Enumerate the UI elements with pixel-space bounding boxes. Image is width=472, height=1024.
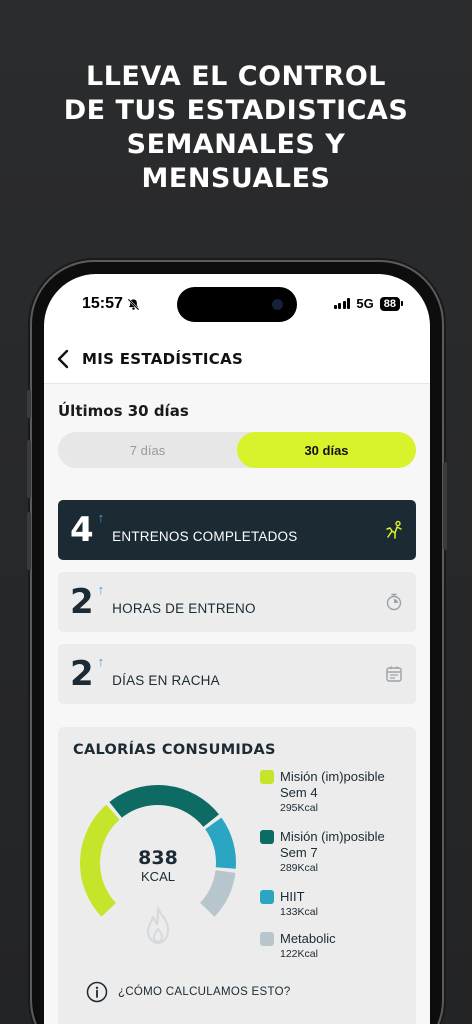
info-icon (86, 981, 108, 1003)
stat-card-streak: 2 ↑ DÍAS EN RACHA (58, 644, 416, 704)
how-we-calculate-text: ¿CÓMO CALCULAMOS ESTO? (118, 986, 291, 998)
donut-segment-2 (109, 785, 219, 828)
power-button (443, 462, 447, 550)
status-time-text: 15:57 (82, 295, 123, 312)
period-selector: 7 días 30 días (58, 432, 416, 468)
calendar-icon (386, 666, 402, 682)
period-title: Últimos 30 días (58, 402, 189, 420)
legend-value: 289Kcal (280, 862, 318, 874)
arrow-up-icon: ↑ (97, 654, 105, 669)
chevron-left-icon (57, 349, 69, 368)
legend-swatch (260, 770, 274, 784)
stat-card-hours: 2 ↑ HORAS DE ENTRENO (58, 572, 416, 632)
volume-down-button (27, 512, 31, 570)
headline-line-1: LLEVA EL CONTROL (86, 61, 386, 92)
volume-up-button (27, 440, 31, 498)
legend-label: Misión (im)posible Sem 7 (280, 829, 385, 860)
stat-label: HORAS DE ENTRENO (112, 600, 256, 616)
battery-icon: 88 (379, 296, 404, 311)
status-bar-right: 5G 88 (333, 296, 404, 311)
headline-line-3: SEMANALES Y (126, 129, 346, 160)
headline-line-2: DE TUS ESTADISTICAS (63, 95, 409, 126)
calories-card: CALORÍAS CONSUMIDAS 838 KCAL Misión (im)… (58, 727, 416, 1024)
stat-label: DÍAS EN RACHA (112, 672, 220, 688)
legend-value: 295Kcal (280, 802, 318, 814)
legend-value: 122Kcal (280, 948, 318, 960)
promo-headline: LLEVA EL CONTROL DE TUS ESTADISTICAS SEM… (0, 60, 472, 196)
legend-item: Metabolic 122Kcal (260, 931, 410, 961)
calories-total: 838 (138, 847, 178, 869)
how-we-calculate-link[interactable]: ¿CÓMO CALCULAMOS ESTO? (86, 981, 291, 1003)
flame-icon (146, 906, 170, 945)
legend-item: Misión (im)posible Sem 4 295Kcal (260, 769, 410, 815)
workout-person-icon (386, 520, 402, 539)
signal-icon (333, 298, 351, 309)
stats-content[interactable]: Últimos 30 días 7 días 30 días 4 ↑ ENTRE… (44, 384, 430, 1024)
period-option-30-days[interactable]: 30 días (237, 432, 416, 468)
stat-value: 2 (70, 582, 94, 622)
headline-line-4: MENSUALES (141, 163, 331, 194)
legend-label: Misión (im)posible Sem 4 (280, 769, 385, 800)
stopwatch-icon (386, 593, 402, 611)
silent-bell-icon (127, 298, 140, 310)
status-bar-time: 15:57 (82, 295, 140, 313)
action-button (27, 390, 31, 418)
navigation-bar: MIS ESTADÍSTICAS (44, 334, 430, 384)
calories-title: CALORÍAS CONSUMIDAS (73, 742, 276, 758)
arrow-up-icon: ↑ (97, 582, 105, 597)
stat-card-workouts: 4 ↑ ENTRENOS COMPLETADOS (58, 500, 416, 560)
arrow-up-icon: ↑ (97, 510, 105, 525)
legend-swatch (260, 830, 274, 844)
legend-item: Misión (im)posible Sem 7 289Kcal (260, 829, 410, 875)
back-button[interactable] (48, 344, 78, 374)
page-title: MIS ESTADÍSTICAS (82, 349, 244, 368)
stat-value: 2 (70, 654, 94, 694)
legend-label: Metabolic (280, 931, 336, 946)
calories-unit: KCAL (141, 869, 175, 884)
app-screen: 15:57 5G 88 MIS ESTADÍSTICAS Últimos 30 … (44, 274, 430, 1024)
legend-swatch (260, 932, 274, 946)
phone-frame: 15:57 5G 88 MIS ESTADÍSTICAS Últimos 30 … (27, 262, 447, 1024)
legend-item: HIIT 133Kcal (260, 889, 410, 919)
legend-value: 133Kcal (280, 906, 318, 918)
legend-swatch (260, 890, 274, 904)
dynamic-island (177, 287, 297, 322)
camera-icon (272, 299, 283, 310)
stat-value: 4 (70, 510, 94, 550)
network-label: 5G (356, 296, 374, 311)
period-option-7-days[interactable]: 7 días (58, 432, 237, 468)
stat-label: ENTRENOS COMPLETADOS (112, 528, 298, 544)
legend-label: HIIT (280, 889, 305, 904)
